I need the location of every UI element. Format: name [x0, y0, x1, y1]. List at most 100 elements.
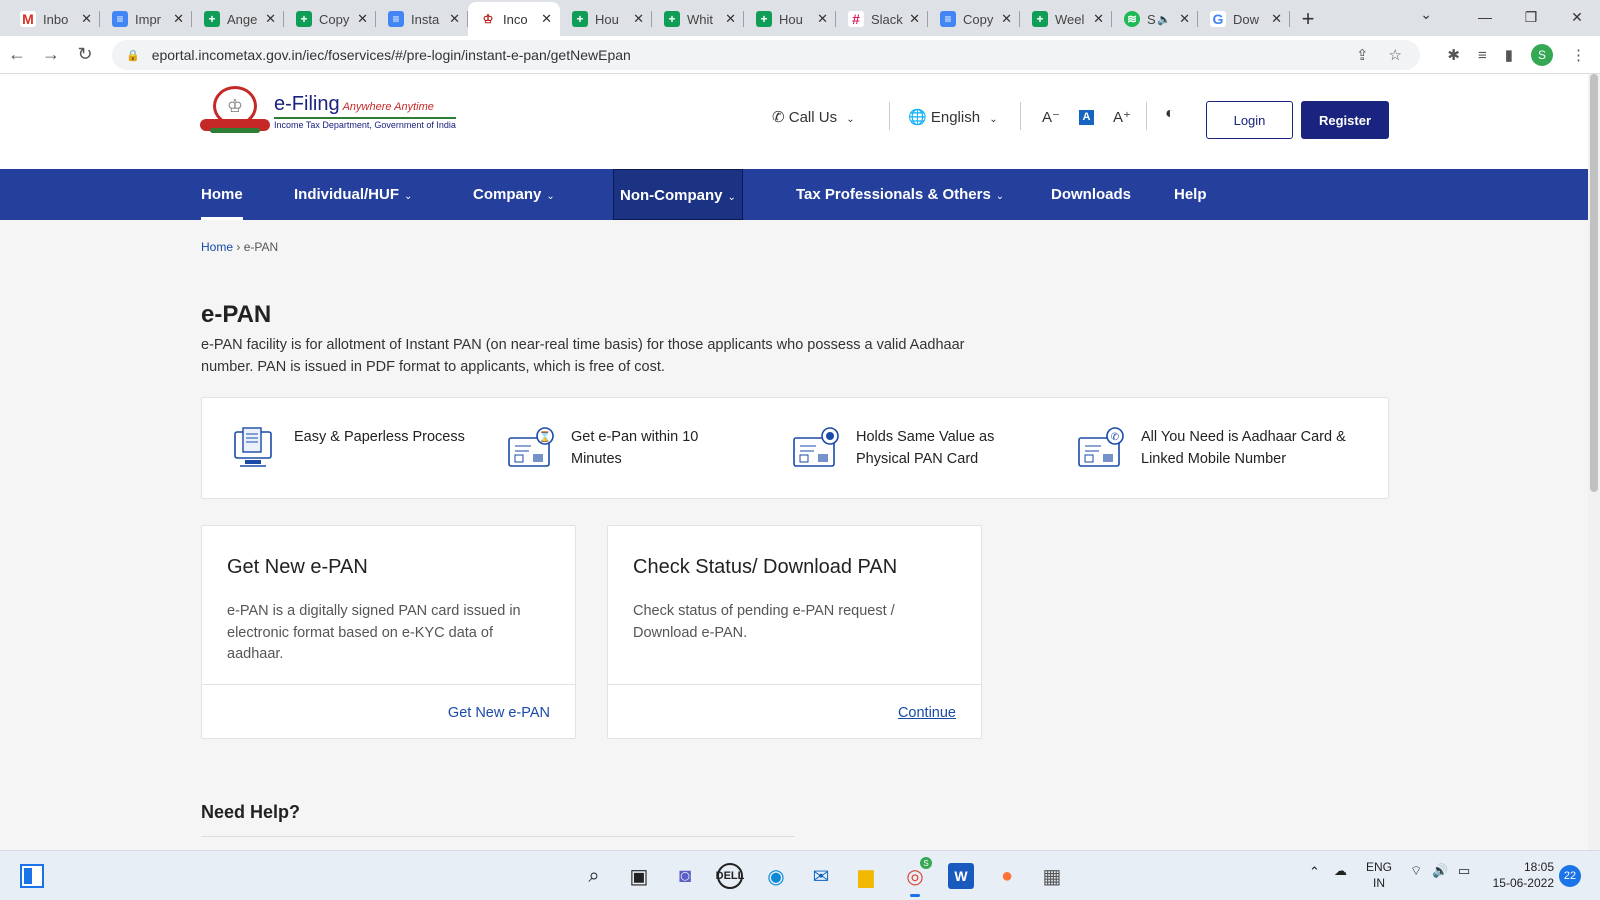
close-tab-icon[interactable]: ✕ — [1001, 11, 1012, 27]
browser-toolbar: ← → ↻ 🔒 eportal.incometax.gov.in/iec/fos… — [0, 36, 1600, 74]
browser-tab[interactable]: # Slack ✕ — [836, 2, 928, 36]
close-tab-icon[interactable]: ✕ — [1179, 11, 1190, 27]
windows-taskbar: ⌕ ▣ ◙ DELL ◉ ✉ ▆ ◎ S W ● ▦ ⌃ ☁ ENG IN ⌔ 🔊… — [0, 850, 1600, 900]
bookmark-star-icon[interactable]: ☆ — [1389, 46, 1402, 64]
font-increase-button[interactable]: A⁺ — [1113, 108, 1131, 126]
tab-label: Copy — [319, 11, 350, 27]
minimize-icon[interactable]: — — [1462, 0, 1508, 34]
nav-tax-professionals-label: Tax Professionals & Others — [796, 186, 991, 203]
close-tab-icon[interactable]: ✕ — [725, 11, 736, 27]
clock-time: 18:05 — [1523, 860, 1554, 874]
get-new-epan-link[interactable]: Get New e-PAN — [448, 705, 550, 721]
chevron-down-icon: ⌄ — [989, 114, 998, 125]
chrome-menu-icon[interactable]: ⋮ — [1571, 46, 1586, 64]
volume-icon[interactable]: 🔊 — [1432, 863, 1448, 879]
task-view-icon[interactable]: ▣ — [626, 863, 652, 889]
close-tab-icon[interactable]: ✕ — [633, 11, 644, 27]
chevron-down-icon: ⌄ — [404, 191, 413, 202]
wifi-icon[interactable]: ⌔ — [1410, 863, 1422, 879]
battery-icon[interactable]: ▭ — [1458, 863, 1470, 879]
close-tab-icon[interactable]: ✕ — [449, 11, 460, 27]
forward-icon[interactable]: → — [34, 44, 68, 65]
contrast-toggle-icon[interactable]: ◐ — [1165, 105, 1175, 123]
browser-tab[interactable]: M Inbo ✕ — [8, 2, 100, 36]
browser-tab[interactable]: + Hou ✕ — [560, 2, 652, 36]
browser-tab[interactable]: ≡ Copy ✕ — [928, 2, 1020, 36]
dell-icon[interactable]: DELL — [716, 863, 744, 889]
file-explorer-icon[interactable]: ▆ — [853, 863, 879, 889]
close-tab-icon[interactable]: ✕ — [265, 11, 276, 27]
tab-search-icon[interactable]: ⌄ — [1420, 6, 1432, 23]
close-tab-icon[interactable]: ✕ — [541, 11, 552, 27]
page-scrollbar[interactable] — [1588, 74, 1600, 850]
continue-link[interactable]: Continue — [898, 705, 956, 721]
mail-icon[interactable]: ✉ — [808, 863, 834, 889]
register-button[interactable]: Register — [1301, 101, 1389, 139]
browser-tab[interactable]: ≋ S 🔈 ✕ — [1112, 2, 1198, 36]
nav-help[interactable]: Help — [1174, 169, 1207, 220]
firefox-icon[interactable]: ● — [994, 863, 1020, 889]
profile-avatar[interactable]: S — [1531, 44, 1553, 66]
close-window-icon[interactable]: ✕ — [1554, 0, 1600, 34]
browser-tab[interactable]: + Ange ✕ — [192, 2, 284, 36]
nav-downloads[interactable]: Downloads — [1051, 169, 1131, 220]
browser-tab[interactable]: ♔ Inco ✕ — [468, 2, 560, 36]
calculator-icon[interactable]: ▦ — [1039, 863, 1065, 889]
notification-badge[interactable]: 22 — [1559, 865, 1581, 887]
nav-home[interactable]: Home — [201, 169, 243, 220]
url-text[interactable]: eportal.incometax.gov.in/iec/foservices/… — [152, 47, 631, 63]
new-tab-button[interactable]: + — [1290, 2, 1326, 36]
language-indicator[interactable]: ENG IN — [1366, 859, 1392, 891]
login-button[interactable]: Login — [1206, 101, 1293, 139]
restore-icon[interactable]: ❐ — [1508, 0, 1554, 34]
chrome-icon[interactable]: ◎ S — [902, 857, 932, 897]
nav-non-company[interactable]: Non-Company ⌄ — [613, 169, 743, 220]
word-icon[interactable]: W — [948, 863, 974, 889]
browser-tab[interactable]: ≡ Insta ✕ — [376, 2, 468, 36]
clock[interactable]: 18:05 15-06-2022 — [1490, 859, 1554, 891]
close-tab-icon[interactable]: ✕ — [817, 11, 828, 27]
extensions-icon[interactable]: ✱ — [1447, 46, 1460, 64]
close-tab-icon[interactable]: ✕ — [173, 11, 184, 27]
close-tab-icon[interactable]: ✕ — [1271, 11, 1282, 27]
teams-chat-icon[interactable]: ◙ — [672, 863, 698, 889]
font-default-button[interactable]: A — [1079, 110, 1094, 125]
font-decrease-button[interactable]: A⁻ — [1042, 108, 1060, 126]
browser-tab[interactable]: + Whit ✕ — [652, 2, 744, 36]
google-sheets-icon: + — [296, 11, 312, 27]
close-tab-icon[interactable]: ✕ — [81, 11, 92, 27]
nav-tax-professionals[interactable]: Tax Professionals & Others ⌄ — [796, 169, 1004, 220]
edge-browser-icon[interactable]: ◉ — [763, 863, 789, 889]
scrollbar-thumb[interactable] — [1590, 74, 1598, 492]
widgets-icon[interactable] — [20, 864, 44, 888]
browser-tab[interactable]: + Weel ✕ — [1020, 2, 1112, 36]
chevron-up-icon[interactable]: ⌃ — [1309, 864, 1320, 880]
side-panel-icon[interactable]: ▮ — [1505, 46, 1513, 64]
language-dropdown[interactable]: 🌐 English ⌄ — [908, 108, 998, 126]
main-navigation: Home Individual/HUF ⌄ Company ⌄ Non-Compan… — [0, 169, 1588, 220]
breadcrumb-home[interactable]: Home — [201, 240, 233, 254]
search-icon[interactable]: ⌕ — [581, 863, 607, 889]
onedrive-icon[interactable]: ☁ — [1334, 863, 1347, 879]
tab-label: S — [1147, 11, 1156, 27]
nav-company[interactable]: Company ⌄ — [473, 169, 555, 220]
browser-tab[interactable]: + Hou ✕ — [744, 2, 836, 36]
share-icon[interactable]: ⇪ — [1356, 46, 1369, 64]
media-controls-icon[interactable]: ≡ — [1478, 47, 1487, 64]
call-us-dropdown[interactable]: ✆ Call Us ⌄ — [772, 108, 855, 126]
browser-tab[interactable]: + Copy ✕ — [284, 2, 376, 36]
close-tab-icon[interactable]: ✕ — [1093, 11, 1104, 27]
close-tab-icon[interactable]: ✕ — [357, 11, 368, 27]
address-bar[interactable]: 🔒 eportal.incometax.gov.in/iec/foservice… — [112, 40, 1420, 70]
windows-start-icon[interactable] — [536, 864, 560, 888]
browser-tab[interactable]: G Dow ✕ — [1198, 2, 1290, 36]
lock-icon[interactable]: 🔒 — [126, 49, 140, 62]
tab-audio-icon[interactable]: 🔈 — [1157, 13, 1171, 26]
close-tab-icon[interactable]: ✕ — [909, 11, 920, 27]
nav-non-company-label: Non-Company — [620, 187, 723, 204]
back-icon[interactable]: ← — [0, 44, 34, 65]
reload-icon[interactable]: ↻ — [68, 44, 102, 65]
browser-tab[interactable]: ≡ Impr ✕ — [100, 2, 192, 36]
slack-icon: # — [848, 11, 864, 27]
nav-individual-huf[interactable]: Individual/HUF ⌄ — [294, 169, 412, 220]
